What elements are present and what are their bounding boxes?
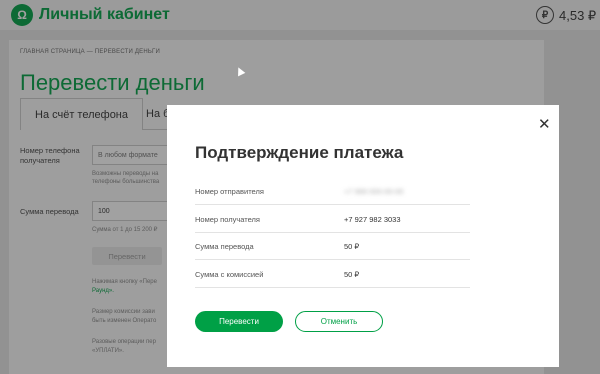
close-icon[interactable]: ✕ — [538, 117, 551, 132]
total-row-value: 50 ₽ — [344, 270, 360, 279]
confirm-transfer-button[interactable]: Перевести — [195, 311, 283, 332]
cancel-button[interactable]: Отменить — [295, 311, 383, 332]
recipient-number: +7 927 982 3033 — [344, 215, 401, 224]
sender-row: Номер отправителя +7 999 000-00-00 — [195, 177, 470, 205]
amount-row-label: Сумма перевода — [195, 242, 254, 251]
sender-label: Номер отправителя — [195, 187, 264, 196]
recipient-row: Номер получателя +7 927 982 3033 — [195, 205, 470, 233]
payment-confirmation-dialog: ✕ Подтверждение платежа Номер отправител… — [167, 105, 559, 367]
total-row: Сумма с комиссией 50 ₽ — [195, 260, 470, 288]
dialog-title: Подтверждение платежа — [195, 143, 404, 162]
total-row-label: Сумма с комиссией — [195, 270, 264, 279]
recipient-label: Номер получателя — [195, 215, 260, 224]
amount-row: Сумма перевода 50 ₽ — [195, 232, 470, 260]
amount-row-value: 50 ₽ — [344, 242, 360, 251]
sender-number: +7 999 000-00-00 — [344, 187, 404, 196]
